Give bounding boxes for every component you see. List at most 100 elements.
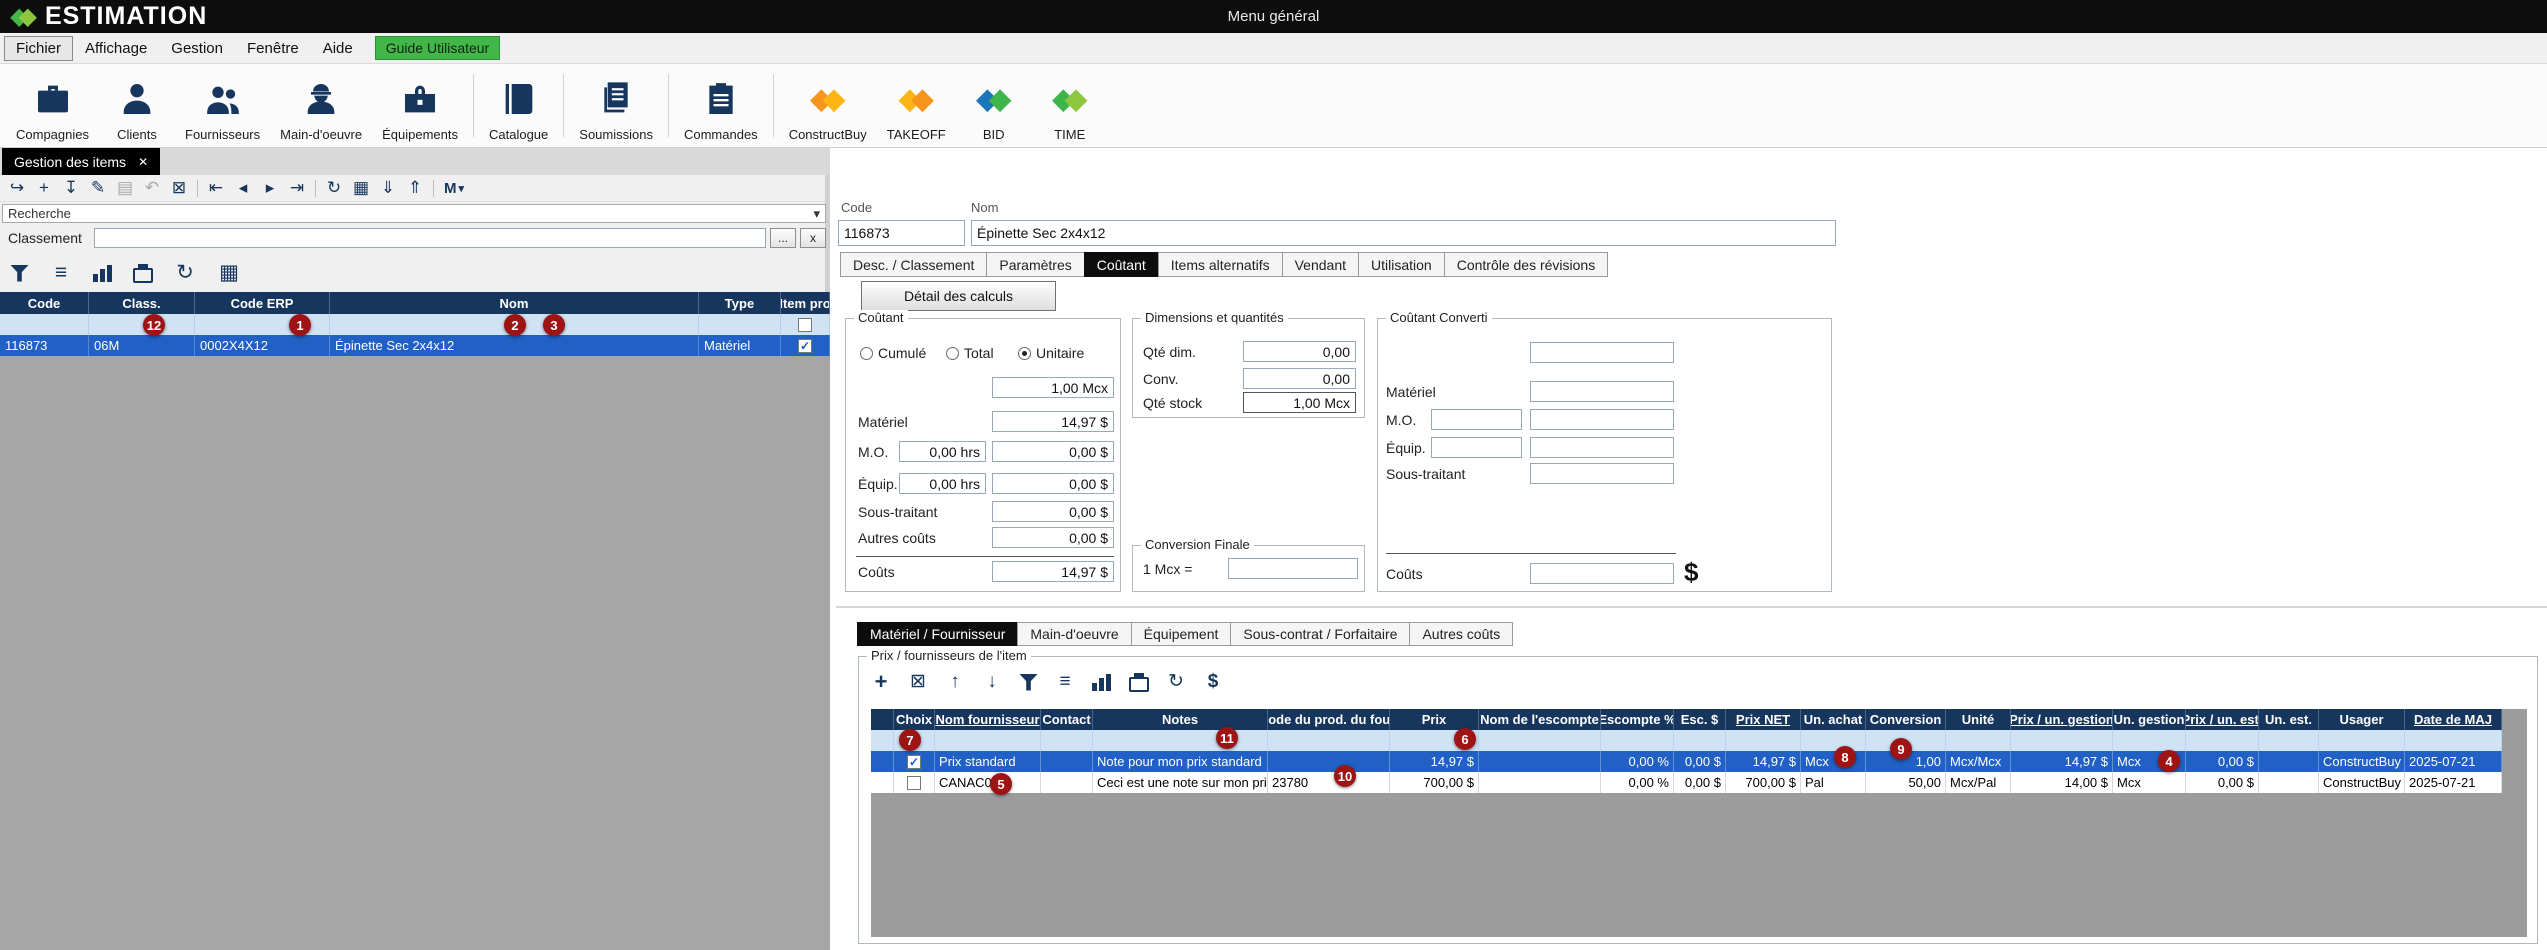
close-tab-icon[interactable]: ✕ xyxy=(138,155,148,169)
cell-conversion[interactable]: 1,00 xyxy=(1866,751,1946,772)
previous-record-icon[interactable]: ◂ xyxy=(231,176,255,200)
table-row[interactable]: CANAC01 Ceci est une note sur mon prix. … xyxy=(871,772,2502,793)
equipements-button[interactable]: Équipements xyxy=(372,64,468,147)
save-icon[interactable]: ▤ xyxy=(113,176,137,200)
col-header-conversion[interactable]: Conversion xyxy=(1866,709,1946,730)
radio-cumule[interactable]: Cumulé xyxy=(860,345,926,361)
equip-cost-field[interactable]: 0,00 $ xyxy=(992,473,1114,494)
tab-autres-couts[interactable]: Autres coûts xyxy=(1409,622,1513,646)
classement-clear-button[interactable]: x xyxy=(800,228,826,248)
cell-code-erp[interactable]: 0002X4X12 xyxy=(195,335,330,356)
import-icon[interactable]: ↧ xyxy=(59,176,83,200)
item-pro-checkbox[interactable] xyxy=(798,318,812,332)
pin-icon[interactable]: ▾ xyxy=(813,206,820,222)
add-row-icon[interactable]: + xyxy=(871,670,891,694)
cell-notes[interactable]: Ceci est une note sur mon prix. xyxy=(1093,772,1268,793)
radio-unitaire[interactable]: Unitaire xyxy=(1018,345,1084,361)
mo-hours-field[interactable]: 0,00 hrs xyxy=(899,441,986,462)
conversion-finale-field[interactable] xyxy=(1228,558,1358,579)
cell-conversion[interactable]: 50,00 xyxy=(1866,772,1946,793)
cell-prix-un-gestion[interactable]: 14,97 $ xyxy=(2011,751,2113,772)
cell-un-achat[interactable]: Mcx xyxy=(1801,751,1866,772)
mo-cost-field[interactable]: 0,00 $ xyxy=(992,441,1114,462)
delete-icon[interactable]: ⊠ xyxy=(167,176,191,200)
cell-usager[interactable]: ConstructBuy xyxy=(2319,772,2405,793)
tab-parametres[interactable]: Paramètres xyxy=(986,252,1084,277)
export-up-icon[interactable]: ⇑ xyxy=(403,176,427,200)
guide-utilisateur-button[interactable]: Guide Utilisateur xyxy=(375,36,501,60)
cell-un-est[interactable] xyxy=(2259,751,2319,772)
col-header-prix-net[interactable]: Prix NET xyxy=(1726,709,1801,730)
coutant-qty-field[interactable]: 1,00 Mcx xyxy=(992,377,1114,398)
first-record-icon[interactable]: ⇤ xyxy=(204,176,228,200)
table-row[interactable] xyxy=(871,730,2502,751)
printer-icon[interactable] xyxy=(1129,677,1149,692)
materiel-cost-field[interactable]: 14,97 $ xyxy=(992,411,1114,432)
equip-hours-field[interactable]: 0,00 hrs xyxy=(899,473,986,494)
col-header-nom-escompte[interactable]: Nom de l'escompte xyxy=(1479,709,1601,730)
col-header-usager[interactable]: Usager xyxy=(2319,709,2405,730)
takeoff-button[interactable]: ◆◆ TAKEOFF xyxy=(877,64,956,147)
cell-contact[interactable] xyxy=(1041,751,1093,772)
qte-dim-field[interactable]: 0,00 xyxy=(1243,341,1356,362)
catalogue-button[interactable]: Catalogue xyxy=(479,64,558,147)
col-header-prix-un-gestion[interactable]: Prix / un. gestion xyxy=(2011,709,2113,730)
cell-unite[interactable]: Mcx/Pal xyxy=(1946,772,2011,793)
search-band[interactable]: Recherche ▾ xyxy=(2,204,826,223)
cell-un-est[interactable] xyxy=(2259,772,2319,793)
last-record-icon[interactable]: ⇥ xyxy=(285,176,309,200)
cell-prix-net[interactable]: 700,00 $ xyxy=(1726,772,1801,793)
cell-esc[interactable]: 0,00 $ xyxy=(1674,751,1726,772)
refresh-icon[interactable]: ↻ xyxy=(1166,670,1186,694)
cell-nom[interactable]: Épinette Sec 2x4x12 xyxy=(330,335,699,356)
col-header-contact[interactable]: Contact xyxy=(1041,709,1093,730)
col-header-class[interactable]: Class. xyxy=(89,292,195,314)
main-doeuvre-button[interactable]: Main-d'oeuvre xyxy=(270,64,372,147)
cell-usager[interactable]: ConstructBuy xyxy=(2319,751,2405,772)
col-header-type[interactable]: Type xyxy=(699,292,781,314)
criteria-lines-icon[interactable]: ≡ xyxy=(49,261,73,285)
printer-icon[interactable] xyxy=(133,268,153,283)
next-record-icon[interactable]: ▸ xyxy=(258,176,282,200)
dollar-icon[interactable]: $ xyxy=(1203,670,1223,694)
item-pro-checkbox[interactable] xyxy=(798,339,812,353)
criteria-lines-icon[interactable]: ≡ xyxy=(1055,670,1075,694)
filter-icon[interactable] xyxy=(10,265,29,282)
image-icon[interactable]: ▦ xyxy=(217,261,241,285)
tab-controle-des-revisions[interactable]: Contrôle des révisions xyxy=(1444,252,1609,277)
tab-materiel-fournisseur[interactable]: Matériel / Fournisseur xyxy=(857,622,1018,646)
col-header-esc[interactable]: Esc. $ xyxy=(1674,709,1726,730)
cell-esc[interactable]: 0,00 $ xyxy=(1674,772,1726,793)
tab-utilisation[interactable]: Utilisation xyxy=(1358,252,1445,277)
choix-checkbox[interactable] xyxy=(907,755,921,769)
cell-nom-fournisseur[interactable]: Prix standard xyxy=(935,751,1041,772)
col-header-code-erp[interactable]: Code ERP xyxy=(195,292,330,314)
col-header-un-est[interactable]: Un. est. xyxy=(2259,709,2319,730)
cell-un-gestion[interactable]: Mcx xyxy=(2113,751,2186,772)
col-header-nom-fournisseur[interactable]: Nom fournisseur xyxy=(935,709,1041,730)
converti-sous-traitant-field[interactable] xyxy=(1530,463,1674,484)
cell-date-maj[interactable]: 2025-07-21 xyxy=(2405,751,2502,772)
menu-aide[interactable]: Aide xyxy=(311,36,365,61)
col-header-un-achat[interactable]: Un. achat xyxy=(1801,709,1866,730)
horizontal-splitter[interactable] xyxy=(836,606,2547,608)
converti-qty-field[interactable] xyxy=(1530,342,1674,363)
sous-traitant-cost-field[interactable]: 0,00 $ xyxy=(992,501,1114,522)
col-header-date-maj[interactable]: Date de MAJ xyxy=(2405,709,2502,730)
cell-code[interactable]: 116873 xyxy=(0,335,89,356)
refresh-icon[interactable]: ↻ xyxy=(322,176,346,200)
cell-prix[interactable]: 14,97 $ xyxy=(1390,751,1479,772)
commandes-button[interactable]: Commandes xyxy=(674,64,768,147)
col-header-unite[interactable]: Unité xyxy=(1946,709,2011,730)
classement-input[interactable] xyxy=(94,228,766,248)
cell-prix-un-est[interactable]: 0,00 $ xyxy=(2186,751,2259,772)
cell-nom-escompte[interactable] xyxy=(1479,772,1601,793)
undo-icon[interactable]: ↶ xyxy=(140,176,164,200)
col-header-un-gestion[interactable]: Un. gestion xyxy=(2113,709,2186,730)
tab-main-doeuvre[interactable]: Main-d'oeuvre xyxy=(1017,622,1131,646)
delete-row-icon[interactable]: ⊠ xyxy=(908,670,928,694)
converti-couts-field[interactable] xyxy=(1530,563,1674,584)
cell-prix-net[interactable]: 14,97 $ xyxy=(1726,751,1801,772)
col-header-selector[interactable] xyxy=(871,709,894,730)
autres-couts-field[interactable]: 0,00 $ xyxy=(992,527,1114,548)
